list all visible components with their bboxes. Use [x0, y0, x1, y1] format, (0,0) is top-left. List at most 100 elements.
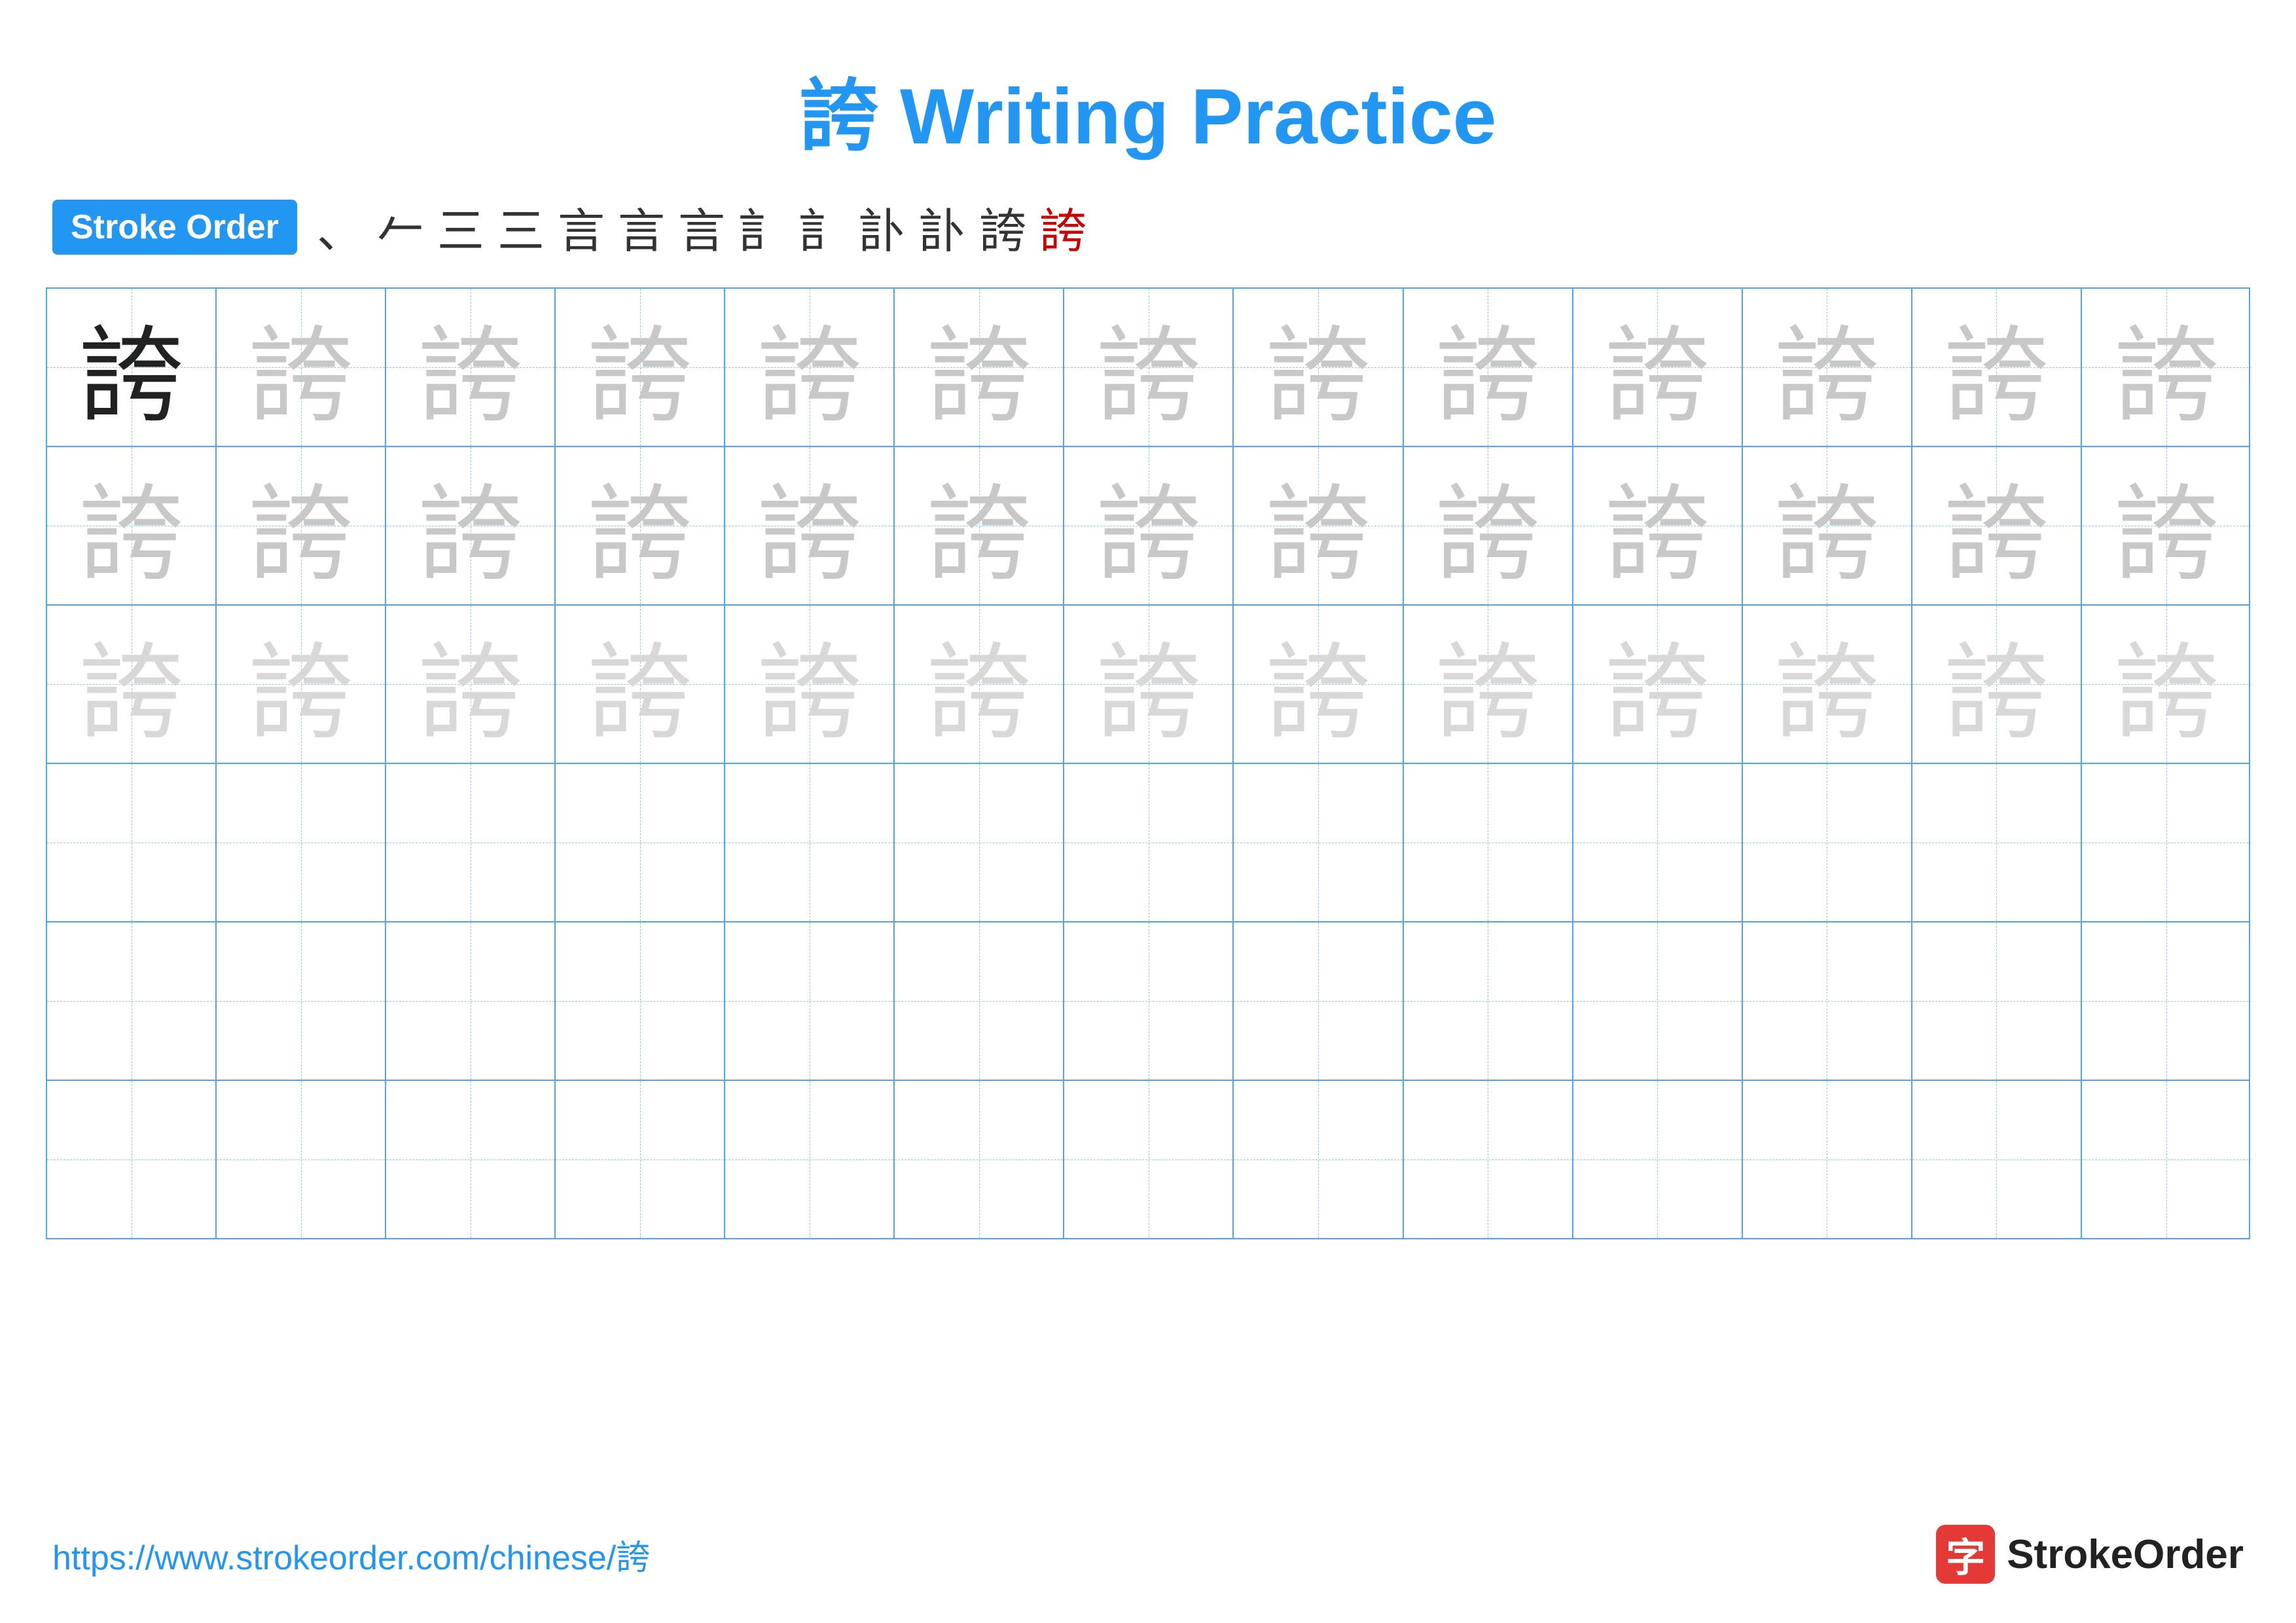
grid-cell-0-5[interactable]: 誇	[895, 289, 1064, 446]
grid-cell-0-12[interactable]: 誇	[2082, 289, 2251, 446]
grid-cell-4-8[interactable]	[1404, 922, 1573, 1080]
grid-cell-3-10[interactable]	[1743, 764, 1912, 921]
grid-cell-5-3[interactable]	[556, 1081, 725, 1238]
grid-cell-2-12[interactable]: 誇	[2082, 606, 2251, 763]
grid-cell-1-2[interactable]: 誇	[386, 447, 556, 604]
footer-url[interactable]: https://www.strokeorder.com/chinese/誇	[52, 1530, 650, 1579]
grid-cell-3-0[interactable]	[47, 764, 217, 921]
grid-cell-5-1[interactable]	[217, 1081, 386, 1238]
grid-cell-2-4[interactable]: 誇	[725, 606, 895, 763]
brand-name: StrokeOrder	[2007, 1531, 2244, 1578]
grid-cell-3-2[interactable]	[386, 764, 556, 921]
grid-cell-0-6[interactable]: 誇	[1064, 289, 1234, 446]
grid-cell-5-0[interactable]	[47, 1081, 217, 1238]
grid-cell-3-4[interactable]	[725, 764, 895, 921]
grid-cell-0-9[interactable]: 誇	[1573, 289, 1743, 446]
grid-cell-5-5[interactable]	[895, 1081, 1064, 1238]
grid-cell-0-2[interactable]: 誇	[386, 289, 556, 446]
grid-cell-5-10[interactable]	[1743, 1081, 1912, 1238]
grid-cell-4-9[interactable]	[1573, 922, 1743, 1080]
grid-cell-4-1[interactable]	[217, 922, 386, 1080]
cell-character: 誇	[2114, 450, 2219, 602]
grid-cell-3-3[interactable]	[556, 764, 725, 921]
grid-cell-3-11[interactable]	[1912, 764, 2082, 921]
grid-cell-2-9[interactable]: 誇	[1573, 606, 1743, 763]
grid-cell-5-9[interactable]	[1573, 1081, 1743, 1238]
grid-cell-4-2[interactable]	[386, 922, 556, 1080]
grid-cell-2-8[interactable]: 誇	[1404, 606, 1573, 763]
grid-cell-1-7[interactable]: 誇	[1234, 447, 1403, 604]
grid-cell-4-7[interactable]	[1234, 922, 1403, 1080]
cell-character: 誇	[1435, 291, 1540, 443]
grid-cell-5-7[interactable]	[1234, 1081, 1403, 1238]
grid-cell-0-7[interactable]: 誇	[1234, 289, 1403, 446]
grid-cell-2-7[interactable]: 誇	[1234, 606, 1403, 763]
grid-cell-2-3[interactable]: 誇	[556, 606, 725, 763]
stroke-step-7: 訁	[738, 192, 785, 261]
grid-cell-2-2[interactable]: 誇	[386, 606, 556, 763]
grid-cell-5-12[interactable]	[2082, 1081, 2251, 1238]
grid-cell-1-10[interactable]: 誇	[1743, 447, 1912, 604]
grid-cell-2-0[interactable]: 誇	[47, 606, 217, 763]
grid-cell-1-11[interactable]: 誇	[1912, 447, 2082, 604]
grid-cell-1-6[interactable]: 誇	[1064, 447, 1234, 604]
cell-character: 誇	[757, 450, 862, 602]
grid-cell-5-8[interactable]	[1404, 1081, 1573, 1238]
cell-character: 誇	[588, 450, 692, 602]
stroke-step-1: 𠂉	[377, 192, 424, 261]
grid-cell-2-1[interactable]: 誇	[217, 606, 386, 763]
grid-cell-0-4[interactable]: 誇	[725, 289, 895, 446]
cell-character: 誇	[927, 291, 1031, 443]
cell-character: 誇	[418, 291, 523, 443]
grid-cell-5-11[interactable]	[1912, 1081, 2082, 1238]
grid-cell-1-0[interactable]: 誇	[47, 447, 217, 604]
grid-cell-0-11[interactable]: 誇	[1912, 289, 2082, 446]
grid-cell-2-10[interactable]: 誇	[1743, 606, 1912, 763]
stroke-step-3: 三	[497, 192, 545, 261]
grid-cell-1-5[interactable]: 誇	[895, 447, 1064, 604]
grid-cell-4-10[interactable]	[1743, 922, 1912, 1080]
cell-character: 誇	[79, 291, 184, 443]
grid-cell-2-11[interactable]: 誇	[1912, 606, 2082, 763]
grid-cell-4-0[interactable]	[47, 922, 217, 1080]
grid-cell-4-5[interactable]	[895, 922, 1064, 1080]
grid-cell-3-6[interactable]	[1064, 764, 1234, 921]
grid-cell-4-3[interactable]	[556, 922, 725, 1080]
stroke-order-badge: Stroke Order	[52, 200, 297, 255]
grid-cell-1-4[interactable]: 誇	[725, 447, 895, 604]
grid-cell-4-4[interactable]	[725, 922, 895, 1080]
cell-character: 誇	[1774, 291, 1879, 443]
grid-cell-0-8[interactable]: 誇	[1404, 289, 1573, 446]
cell-character: 誇	[1774, 608, 1879, 760]
grid-cell-1-12[interactable]: 誇	[2082, 447, 2251, 604]
grid-cell-5-4[interactable]	[725, 1081, 895, 1238]
cell-character: 誇	[79, 450, 184, 602]
grid-cell-0-1[interactable]: 誇	[217, 289, 386, 446]
grid-cell-0-0[interactable]: 誇	[47, 289, 217, 446]
stroke-order-row: Stroke Order 、𠂉三三言言言訁訁訃訃誇誇	[0, 192, 2296, 261]
grid-cell-2-6[interactable]: 誇	[1064, 606, 1234, 763]
cell-character: 誇	[2114, 291, 2219, 443]
grid-cell-4-11[interactable]	[1912, 922, 2082, 1080]
cell-character: 誇	[249, 450, 353, 602]
grid-cell-0-10[interactable]: 誇	[1743, 289, 1912, 446]
grid-cell-3-5[interactable]	[895, 764, 1064, 921]
grid-cell-1-3[interactable]: 誇	[556, 447, 725, 604]
grid-cell-3-1[interactable]	[217, 764, 386, 921]
grid-cell-3-8[interactable]	[1404, 764, 1573, 921]
grid-cell-4-6[interactable]	[1064, 922, 1234, 1080]
grid-cell-1-9[interactable]: 誇	[1573, 447, 1743, 604]
grid-cell-5-6[interactable]	[1064, 1081, 1234, 1238]
grid-cell-2-5[interactable]: 誇	[895, 606, 1064, 763]
grid-cell-1-8[interactable]: 誇	[1404, 447, 1573, 604]
grid-cell-1-1[interactable]: 誇	[217, 447, 386, 604]
stroke-step-11: 誇	[979, 192, 1026, 261]
grid-cell-0-3[interactable]: 誇	[556, 289, 725, 446]
grid-cell-4-12[interactable]	[2082, 922, 2251, 1080]
cell-character: 誇	[1944, 608, 2049, 760]
grid-cell-5-2[interactable]	[386, 1081, 556, 1238]
grid-cell-3-9[interactable]	[1573, 764, 1743, 921]
footer: https://www.strokeorder.com/chinese/誇 字 …	[52, 1525, 2244, 1584]
grid-cell-3-7[interactable]	[1234, 764, 1403, 921]
grid-cell-3-12[interactable]	[2082, 764, 2251, 921]
